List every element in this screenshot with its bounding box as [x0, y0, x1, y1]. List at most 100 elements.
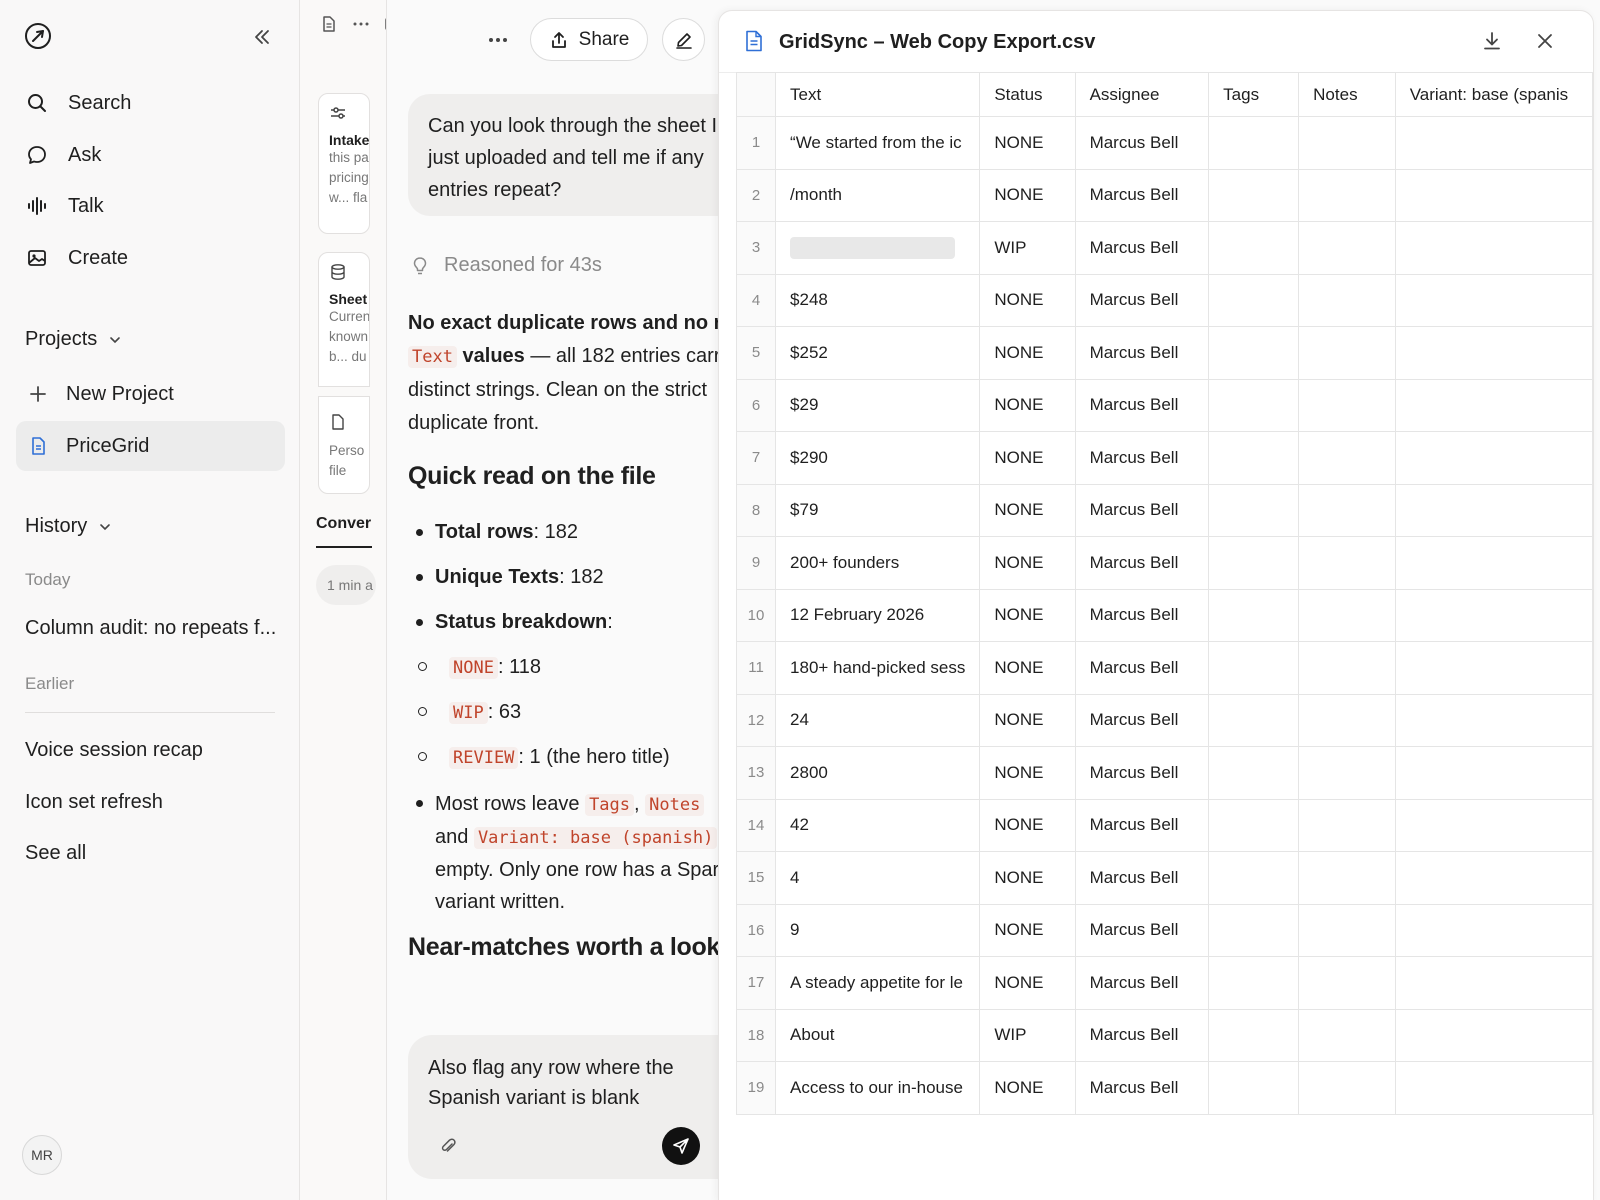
cell-status[interactable]: NONE	[979, 378, 1076, 432]
cell-variant[interactable]	[1394, 693, 1593, 747]
composer-input[interactable]: Also flag any row where the Spanish vari…	[428, 1053, 718, 1113]
cell-status[interactable]: NONE	[979, 1061, 1076, 1115]
cell-variant[interactable]	[1394, 1008, 1593, 1062]
cell-notes[interactable]	[1298, 116, 1396, 170]
cell-text[interactable]: A steady appetite for le	[775, 956, 981, 1010]
cell-assignee[interactable]: Marcus Bell	[1074, 483, 1210, 537]
cell-tags[interactable]	[1208, 326, 1300, 380]
cell-tags[interactable]	[1208, 536, 1300, 590]
column-header[interactable]: Tags	[1208, 72, 1300, 117]
cell-tags[interactable]	[1208, 1061, 1300, 1115]
column-header[interactable]: Variant: base (spanis	[1394, 72, 1593, 117]
row-number[interactable]: 11	[735, 641, 777, 695]
cell-tags[interactable]	[1208, 1008, 1300, 1062]
table-row[interactable]: 14 42 NONE Marcus Bell	[735, 798, 1593, 852]
cell-text[interactable]: 200+ founders	[775, 536, 981, 590]
cell-tags[interactable]	[1208, 378, 1300, 432]
rail-card-sheet[interactable]: Sheet Curren known b... du	[318, 252, 370, 387]
cell-status[interactable]: NONE	[979, 483, 1076, 537]
table-row[interactable]: 12 24 NONE Marcus Bell	[735, 693, 1593, 747]
cell-assignee[interactable]: Marcus Bell	[1074, 798, 1210, 852]
cell-assignee[interactable]: Marcus Bell	[1074, 326, 1210, 380]
cell-notes[interactable]	[1298, 536, 1396, 590]
table-row[interactable]: 8 $79 NONE Marcus Bell	[735, 483, 1593, 537]
cell-assignee[interactable]: Marcus Bell	[1074, 378, 1210, 432]
cell-status[interactable]: NONE	[979, 431, 1076, 485]
cell-notes[interactable]	[1298, 746, 1396, 800]
nav-ask[interactable]: Ask	[26, 140, 101, 170]
cell-assignee[interactable]: Marcus Bell	[1074, 221, 1210, 275]
cell-tags[interactable]	[1208, 641, 1300, 695]
cell-variant[interactable]	[1394, 168, 1593, 222]
cell-notes[interactable]	[1298, 588, 1396, 642]
cell-tags[interactable]	[1208, 273, 1300, 327]
cell-text[interactable]: $290	[775, 431, 981, 485]
row-number[interactable]: 7	[735, 431, 777, 485]
cell-assignee[interactable]: Marcus Bell	[1074, 273, 1210, 327]
row-number[interactable]: 15	[735, 851, 777, 905]
cell-assignee[interactable]: Marcus Bell	[1074, 956, 1210, 1010]
table-row[interactable]: 2/month NONE Marcus Bell	[735, 168, 1593, 222]
table-row[interactable]: 19 Access to our in-house NONE Marcus Bell	[735, 1061, 1593, 1115]
table-row[interactable]: 15 4 NONE Marcus Bell	[735, 851, 1593, 905]
cell-tags[interactable]	[1208, 956, 1300, 1010]
cell-text[interactable]: $79	[775, 483, 981, 537]
cell-text[interactable]: “We started from the ic	[775, 116, 981, 170]
cell-status[interactable]: NONE	[979, 798, 1076, 852]
table-row[interactable]: 10 12 February 2026 NONE Marcus Bell	[735, 588, 1593, 642]
table-row[interactable]: 7 $290 NONE Marcus Bell	[735, 431, 1593, 485]
row-number[interactable]: 9	[735, 536, 777, 590]
cell-text[interactable]: About	[775, 1008, 981, 1062]
row-number[interactable]: 13	[735, 746, 777, 800]
cell-notes[interactable]	[1298, 903, 1396, 957]
cell-assignee[interactable]: Marcus Bell	[1074, 431, 1210, 485]
cell-notes[interactable]	[1298, 431, 1396, 485]
cell-tags[interactable]	[1208, 116, 1300, 170]
cell-notes[interactable]	[1298, 221, 1396, 275]
history-heading[interactable]: History	[25, 515, 113, 538]
table-row[interactable]: 13 2800 NONE Marcus Bell	[735, 746, 1593, 800]
row-number[interactable]: 14	[735, 798, 777, 852]
paperclip-icon[interactable]	[438, 1136, 458, 1156]
app-logo-icon[interactable]	[24, 22, 52, 50]
cell-tags[interactable]	[1208, 168, 1300, 222]
table-row[interactable]: 5 $252 NONE Marcus Bell	[735, 326, 1593, 380]
cell-notes[interactable]	[1298, 483, 1396, 537]
cell-assignee[interactable]: Marcus Bell	[1074, 536, 1210, 590]
cell-status[interactable]: NONE	[979, 641, 1076, 695]
more-icon[interactable]	[352, 15, 370, 33]
history-item[interactable]: Voice session recap	[25, 739, 203, 762]
table-row[interactable]: 17 A steady appetite for le NONE Marcus Bel…	[735, 956, 1593, 1010]
cell-variant[interactable]	[1394, 798, 1593, 852]
cell-variant[interactable]	[1394, 221, 1593, 275]
history-item[interactable]: Icon set refresh	[25, 791, 163, 814]
cell-notes[interactable]	[1298, 1061, 1396, 1115]
cell-tags[interactable]	[1208, 221, 1300, 275]
cell-notes[interactable]	[1298, 851, 1396, 905]
close-icon[interactable]	[1534, 30, 1556, 52]
cell-assignee[interactable]: Marcus Bell	[1074, 693, 1210, 747]
row-number[interactable]: 12	[735, 693, 777, 747]
more-icon[interactable]	[486, 28, 510, 52]
cell-notes[interactable]	[1298, 326, 1396, 380]
timestamp-chip[interactable]: 1 min a	[316, 565, 376, 605]
message-composer[interactable]: Also flag any row where the Spanish vari…	[408, 1035, 718, 1179]
cell-tags[interactable]	[1208, 588, 1300, 642]
column-header[interactable]: Notes	[1298, 72, 1396, 117]
cell-variant[interactable]	[1394, 536, 1593, 590]
cell-text[interactable]: 12 February 2026	[775, 588, 981, 642]
row-number[interactable]: 6	[735, 378, 777, 432]
cell-status[interactable]: WIP	[979, 221, 1076, 275]
cell-status[interactable]: NONE	[979, 536, 1076, 590]
cell-assignee[interactable]: Marcus Bell	[1074, 588, 1210, 642]
cell-tags[interactable]	[1208, 693, 1300, 747]
nav-talk[interactable]: Talk	[26, 191, 104, 221]
cell-text[interactable]: $252	[775, 326, 981, 380]
cell-variant[interactable]	[1394, 116, 1593, 170]
table-row[interactable]: 1 “We started from the ic NONE Marcus Bell	[735, 116, 1593, 170]
column-header[interactable]: Text	[775, 72, 981, 117]
cell-assignee[interactable]: Marcus Bell	[1074, 1061, 1210, 1115]
table-row[interactable]: 16 9 NONE Marcus Bell	[735, 903, 1593, 957]
cell-text[interactable]: $29	[775, 378, 981, 432]
cell-variant[interactable]	[1394, 956, 1593, 1010]
